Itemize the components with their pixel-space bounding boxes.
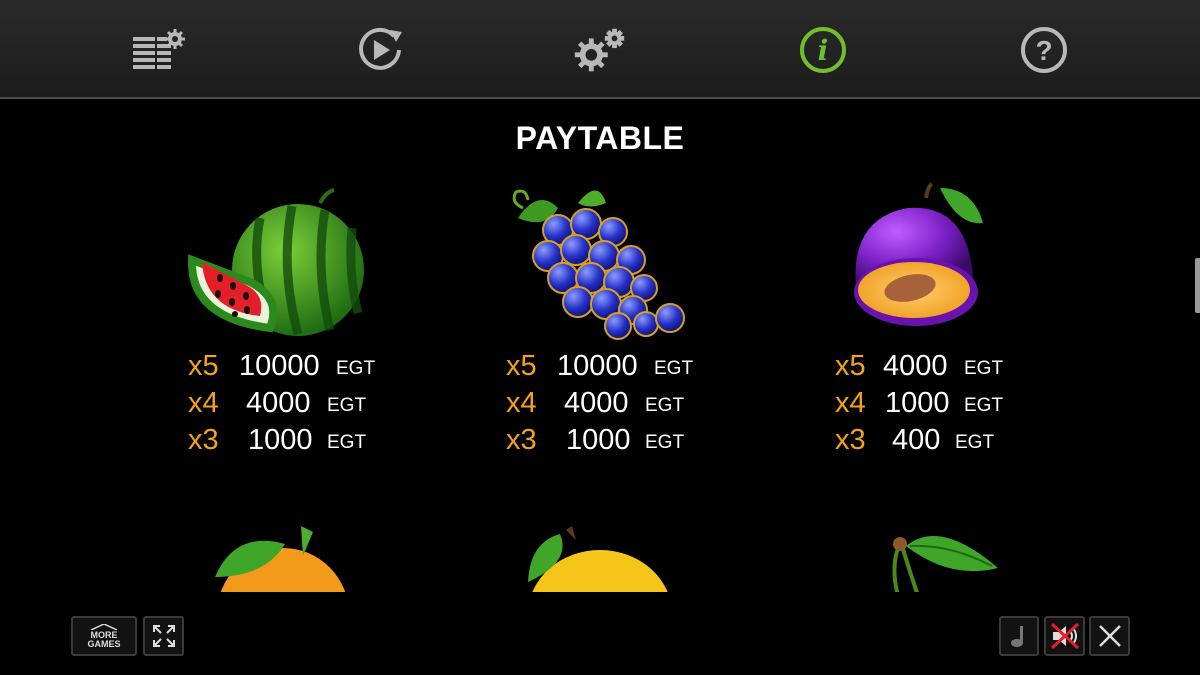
payout-amount: 4000: [564, 387, 629, 419]
symbol-card-grapes: x5 10000 EGT x4 4000 EGT x3 1000 EGT: [438, 178, 758, 468]
close-icon: [1098, 625, 1121, 647]
sound-muted-icon: [1050, 622, 1079, 650]
currency: EGT: [964, 358, 1004, 379]
help-button[interactable]: ?: [1014, 22, 1074, 78]
lemon-icon: [528, 526, 668, 592]
currency: EGT: [654, 358, 694, 379]
multiplier: x5: [506, 350, 537, 382]
watermelon-icon: [187, 188, 364, 336]
pay-row: x5 4000 EGT: [768, 350, 1088, 387]
paytable-grapes: x5 10000 EGT x4 4000 EGT x3 1000 EGT: [438, 350, 758, 461]
close-button[interactable]: [1089, 616, 1130, 656]
currency: EGT: [645, 395, 685, 416]
payout-amount: 1000: [248, 424, 313, 456]
symbol-cherry-partial: [880, 522, 1010, 592]
fullscreen-button[interactable]: [143, 616, 184, 656]
pay-row: x3 1000 EGT: [120, 424, 440, 461]
multiplier: x4: [506, 387, 537, 419]
svg-text:?: ?: [1035, 35, 1052, 66]
settings-button[interactable]: [570, 22, 630, 78]
music-toggle-button[interactable]: [999, 616, 1039, 656]
more-games-line2: GAMES: [87, 638, 121, 649]
multiplier: x5: [835, 350, 866, 382]
music-note-icon: [1011, 626, 1023, 647]
currency: EGT: [336, 358, 376, 379]
multiplier: x5: [188, 350, 219, 382]
multiplier: x3: [506, 424, 537, 456]
paytable-plum: x5 4000 EGT x4 1000 EGT x3 400 EGT: [768, 350, 1088, 461]
more-games-button[interactable]: MORE GAMES: [71, 616, 137, 656]
currency: EGT: [645, 432, 685, 453]
payout-amount: 4000: [883, 350, 948, 382]
grapes-icon: [512, 189, 685, 340]
home-roof-icon: [90, 623, 118, 630]
multiplier: x3: [188, 424, 219, 456]
multiplier: x4: [188, 387, 219, 419]
pay-row: x3 1000 EGT: [438, 424, 758, 461]
multiplier: x3: [835, 424, 866, 456]
currency: EGT: [327, 432, 367, 453]
payout-amount: 4000: [246, 387, 311, 419]
bet-settings-button[interactable]: [128, 22, 188, 78]
currency: EGT: [964, 395, 1004, 416]
symbol-card-watermelon: x5 10000 EGT x4 4000 EGT x3 1000 EGT: [120, 178, 440, 468]
sound-toggle-button[interactable]: [1044, 616, 1085, 656]
symbol-lemon-partial: [520, 522, 680, 592]
currency: EGT: [955, 432, 995, 453]
payout-amount: 1000: [885, 387, 950, 419]
payout-amount: 10000: [239, 350, 320, 382]
pay-row: x4 4000 EGT: [438, 387, 758, 424]
symbol-card-plum: x5 4000 EGT x4 1000 EGT x3 400 EGT: [768, 178, 1088, 468]
more-games-label: MORE GAMES: [87, 623, 121, 649]
paytable-watermelon: x5 10000 EGT x4 4000 EGT x3 1000 EGT: [120, 350, 440, 461]
svg-text:i: i: [818, 34, 829, 67]
info-button[interactable]: i: [793, 22, 853, 78]
pay-row: x4 4000 EGT: [120, 387, 440, 424]
orange-icon: [215, 526, 346, 592]
pay-row: x5 10000 EGT: [438, 350, 758, 387]
currency: EGT: [327, 395, 367, 416]
page-title: PAYTABLE: [515, 120, 685, 156]
bet-settings-icon: [133, 29, 185, 69]
payout-amount: 1000: [566, 424, 631, 456]
pay-row: x3 400 EGT: [768, 424, 1088, 461]
pay-row: x4 1000 EGT: [768, 387, 1088, 424]
payout-amount: 10000: [557, 350, 638, 382]
info-icon: i: [800, 27, 846, 73]
cherry-icon: [892, 535, 998, 592]
scrollbar-thumb[interactable]: [1195, 258, 1200, 313]
top-menu-bar: i ?: [0, 0, 1200, 99]
payout-amount: 400: [892, 424, 941, 456]
plum-icon: [854, 182, 983, 326]
symbol-orange-partial: [205, 522, 355, 592]
help-icon: ?: [1021, 27, 1067, 73]
pay-row: x5 10000 EGT: [120, 350, 440, 387]
settings-gears-icon: [574, 28, 625, 72]
fullscreen-icon: [152, 625, 175, 647]
autoplay-button[interactable]: [350, 22, 410, 78]
multiplier: x4: [835, 387, 866, 419]
autoplay-icon: [359, 27, 402, 70]
